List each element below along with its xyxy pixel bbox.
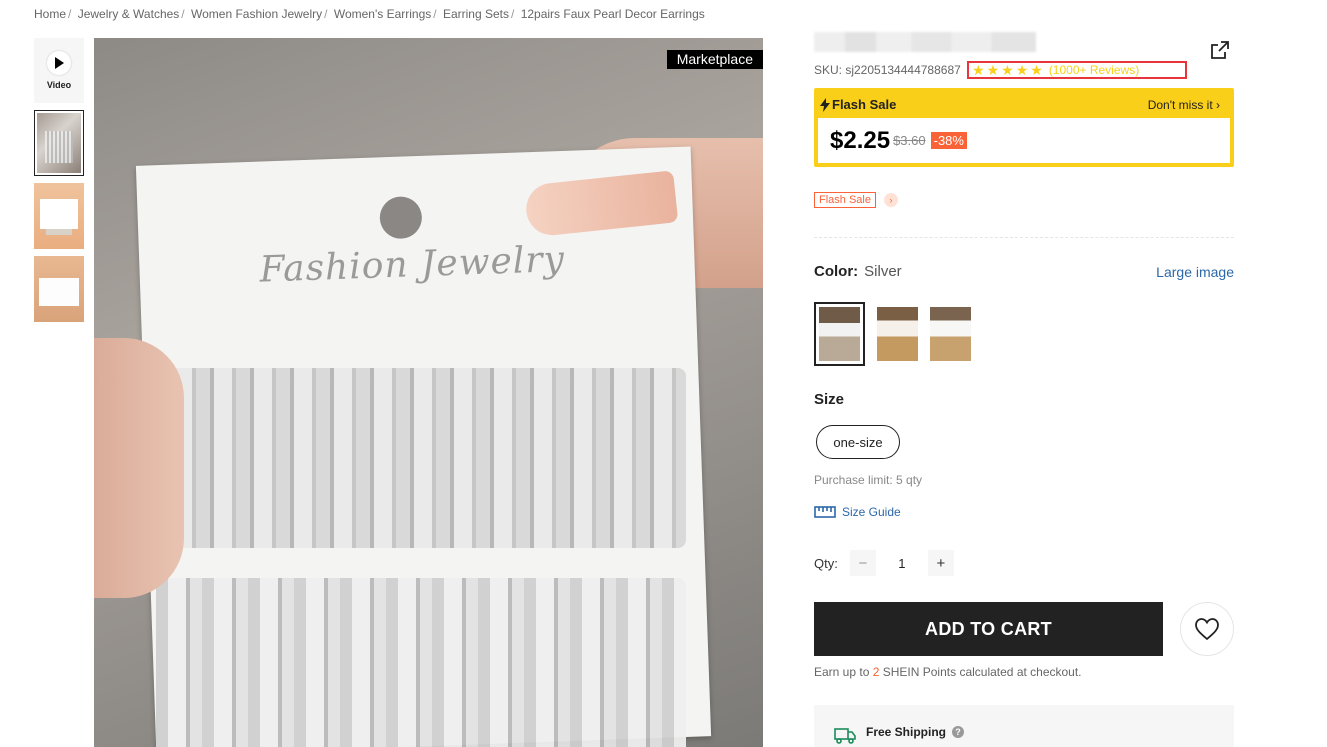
qty-input[interactable] <box>875 550 928 576</box>
play-icon <box>47 51 71 75</box>
dont-miss-link[interactable]: Don't miss it › <box>1148 98 1220 112</box>
size-label: Size <box>814 391 845 408</box>
thumbnail-list: Video <box>34 38 84 322</box>
size-guide-link[interactable]: Size Guide <box>814 505 901 519</box>
breadcrumb-current: 12pairs Faux Pearl Decor Earrings <box>520 7 705 21</box>
breadcrumb-jewelry-watches[interactable]: Jewelry & Watches <box>78 7 180 21</box>
product-title-blurred <box>814 32 1036 52</box>
breadcrumb-separator: / <box>68 7 72 21</box>
hand-shape-left <box>94 338 184 598</box>
breadcrumb-separator: / <box>181 7 185 21</box>
swatch-image <box>877 307 918 361</box>
thumbnail-2[interactable] <box>34 183 84 249</box>
large-image-link[interactable]: Large image <box>1156 264 1234 280</box>
star-rating: ★ ★ ★ ★ ★ <box>972 63 1043 77</box>
breadcrumb-women-fashion-jewelry[interactable]: Women Fashion Jewelry <box>191 7 322 21</box>
swatch-image <box>930 307 971 361</box>
breadcrumb-separator: / <box>511 7 515 21</box>
chevron-right-icon[interactable]: › <box>883 193 898 207</box>
color-swatch-3[interactable] <box>930 302 971 366</box>
earrings-row-bottom <box>156 578 686 747</box>
breadcrumb-womens-earrings[interactable]: Women's Earrings <box>334 7 431 21</box>
original-price: $3.60 <box>893 133 926 148</box>
flash-sale-tag: Flash Sale <box>814 192 876 208</box>
heart-icon <box>1195 618 1219 641</box>
star-icon: ★ <box>1015 62 1029 78</box>
star-icon: ★ <box>972 62 985 78</box>
add-to-cart-button[interactable]: ADD TO CART <box>814 602 1163 656</box>
swatch-image <box>819 307 860 361</box>
star-icon: ★ <box>986 62 1000 78</box>
thumbnail-1[interactable] <box>34 110 84 176</box>
thumbnail-image <box>37 113 81 173</box>
color-swatches <box>814 302 981 366</box>
reviews-count[interactable]: (1000+ Reviews) <box>1049 63 1139 77</box>
main-product-image[interactable]: Fashion Jewelry Marketplace <box>94 38 763 747</box>
truck-icon <box>834 728 856 744</box>
ruler-icon <box>814 506 836 518</box>
marketplace-tag: Marketplace <box>666 50 763 69</box>
purchase-limit: Purchase limit: 5 qty <box>814 473 923 487</box>
points-suffix: SHEIN Points calculated at checkout. <box>882 665 1082 679</box>
sale-price: $2.25 <box>830 126 891 154</box>
breadcrumb-earring-sets[interactable]: Earring Sets <box>443 7 509 21</box>
quantity-row: Qty: − + <box>814 550 954 576</box>
qty-label: Qty: <box>814 555 838 571</box>
size-option-one-size[interactable]: one-size <box>816 425 900 459</box>
wishlist-button[interactable] <box>1180 602 1234 656</box>
help-icon[interactable]: ? <box>952 726 965 738</box>
free-shipping-text: Free Shipping <box>866 725 947 739</box>
color-swatch-2[interactable] <box>877 302 918 366</box>
free-shipping-label: Free Shipping ? <box>866 725 965 739</box>
breadcrumb: Home / Jewelry & Watches / Women Fashion J… <box>34 7 705 21</box>
thumbnail-3[interactable] <box>34 256 84 322</box>
color-label: Color: Silver <box>814 263 902 280</box>
rating-summary[interactable]: ★ ★ ★ ★ ★ (1000+ Reviews) <box>967 61 1187 79</box>
breadcrumb-separator: / <box>433 7 437 21</box>
promotion-row[interactable]: Flash Sale › <box>814 192 898 208</box>
card-hole <box>379 195 423 240</box>
size-guide-text: Size Guide <box>842 505 901 519</box>
shipping-info-box: Free Shipping ? <box>814 705 1234 747</box>
color-label-text: Color: <box>814 263 859 280</box>
divider <box>814 237 1234 238</box>
thumbnail-image <box>34 256 84 322</box>
points-text: Earn up to 2 SHEIN Points calculated at … <box>814 665 1082 679</box>
sku-text: SKU: sj2205134444788687 <box>814 63 961 77</box>
earrings-row-top <box>156 368 686 548</box>
lightning-icon <box>820 97 830 112</box>
thumbnail-image <box>34 183 84 249</box>
qty-decrease-button[interactable]: − <box>850 550 876 576</box>
video-thumbnail[interactable]: Video <box>34 38 84 103</box>
star-icon: ★ <box>1001 62 1014 78</box>
points-value: 2 <box>872 665 880 679</box>
share-icon[interactable] <box>1210 40 1230 60</box>
star-icon: ★ <box>1030 62 1043 78</box>
video-label: Video <box>46 80 72 90</box>
color-value: Silver <box>864 263 902 280</box>
quantity-stepper: − + <box>849 550 954 576</box>
breadcrumb-home[interactable]: Home <box>34 7 66 21</box>
flash-sale-title-text: Flash Sale <box>832 97 897 112</box>
color-swatch-1[interactable] <box>814 302 865 366</box>
discount-badge: -38% <box>930 132 967 149</box>
card-brand-text: Fashion Jewelry <box>258 238 566 291</box>
price-area: $2.25 $3.60 -38% <box>818 118 1230 163</box>
flash-sale-box: Flash Sale Don't miss it › $2.25 $3.60 -… <box>814 88 1234 167</box>
qty-increase-button[interactable]: + <box>928 550 954 576</box>
breadcrumb-separator: / <box>324 7 328 21</box>
points-prefix: Earn up to <box>814 665 870 679</box>
flash-sale-title: Flash Sale <box>820 97 896 112</box>
